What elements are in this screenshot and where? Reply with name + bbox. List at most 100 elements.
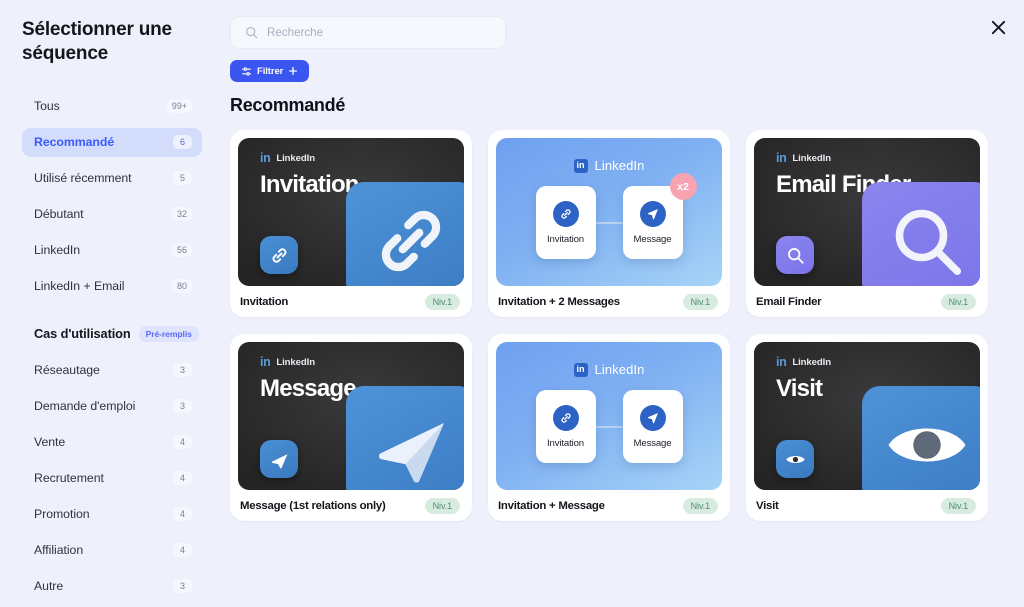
flow-step-message: Message bbox=[622, 390, 683, 463]
sidebar-item-count: 80 bbox=[171, 278, 192, 294]
sequence-card-invitation-message[interactable]: in LinkedIn Invitation Message Invitatio… bbox=[488, 334, 730, 521]
linkedin-in-icon: in bbox=[573, 362, 588, 377]
sidebar-item-vente[interactable]: Vente 4 bbox=[22, 428, 202, 457]
close-button[interactable] bbox=[984, 13, 1012, 41]
sequence-card-invitation[interactable]: in LinkedIn Invitation Invitation Niv.1 bbox=[230, 130, 472, 317]
flow-step-label: Invitation bbox=[547, 233, 584, 245]
sequence-card-visit[interactable]: in LinkedIn Visit Visit Niv.1 bbox=[746, 334, 988, 521]
sidebar-item-label: Recrutement bbox=[34, 471, 104, 485]
flow-step-label: Invitation bbox=[547, 437, 584, 449]
sidebar-item-label: Tous bbox=[34, 99, 60, 113]
search-box[interactable] bbox=[230, 16, 506, 49]
sidebar-item-tous[interactable]: Tous 99+ bbox=[22, 92, 202, 121]
flow-step-invitation: Invitation bbox=[535, 186, 596, 259]
usecase-nav: Réseautage 3 Demande d'emploi 3 Vente 4 … bbox=[22, 356, 202, 601]
linkedin-brand-label: LinkedIn bbox=[594, 158, 645, 173]
flow-step-label: Message bbox=[633, 233, 672, 245]
sidebar-item-label: Affiliation bbox=[34, 543, 84, 557]
sidebar-item-label: Réseautage bbox=[34, 363, 100, 377]
sidebar-item-count: 32 bbox=[171, 206, 192, 222]
sidebar-item-debutant[interactable]: Débutant 32 bbox=[22, 200, 202, 229]
main-panel: Filtrer Recommandé in LinkedIn Invitatio… bbox=[222, 0, 1024, 607]
search-input[interactable] bbox=[267, 26, 491, 39]
level-badge: Niv.1 bbox=[424, 497, 460, 514]
send-icon-small bbox=[260, 440, 298, 478]
link-icon bbox=[552, 404, 579, 431]
level-badge: Niv.1 bbox=[424, 293, 460, 310]
sidebar-item-affiliation[interactable]: Affiliation 4 bbox=[22, 536, 202, 565]
sidebar-item-demande-emploi[interactable]: Demande d'emploi 3 bbox=[22, 392, 202, 421]
sidebar-item-count: 3 bbox=[173, 398, 192, 414]
linkedin-brand: in LinkedIn bbox=[776, 152, 831, 165]
sidebar-item-label: Promotion bbox=[34, 507, 90, 521]
level-badge: Niv.1 bbox=[940, 293, 976, 310]
card-title: Invitation + 2 Messages bbox=[498, 295, 620, 308]
card-footer: Invitation + 2 Messages Niv.1 bbox=[496, 286, 722, 317]
sequence-card-email-finder[interactable]: in LinkedIn Email Finder Email Finder Ni… bbox=[746, 130, 988, 317]
level-badge: Niv.1 bbox=[682, 497, 718, 514]
sidebar-item-recommande[interactable]: Recommandé 6 bbox=[22, 127, 202, 157]
send-icon bbox=[639, 200, 666, 227]
filter-button-label: Filtrer bbox=[257, 65, 284, 77]
sidebar-item-promotion[interactable]: Promotion 4 bbox=[22, 500, 202, 529]
sidebar-item-count: 4 bbox=[173, 434, 192, 450]
close-icon bbox=[991, 20, 1005, 34]
link-icon-small bbox=[260, 236, 298, 274]
linkedin-brand-label: LinkedIn bbox=[594, 362, 645, 377]
sidebar-item-label: LinkedIn + Email bbox=[34, 279, 125, 293]
sequence-flow: Invitation x2 Message bbox=[496, 173, 722, 259]
sidebar-item-count: 4 bbox=[173, 470, 192, 486]
sidebar-item-linkedin[interactable]: LinkedIn 56 bbox=[22, 236, 202, 265]
sequence-picker-modal: Sélectionner une séquence Tous 99+ Recom… bbox=[0, 0, 1024, 607]
linkedin-brand: in LinkedIn bbox=[776, 356, 831, 369]
plus-icon bbox=[288, 66, 298, 76]
flow-step-message: x2 Message bbox=[622, 173, 697, 259]
sidebar-item-recrutement[interactable]: Recrutement 4 bbox=[22, 464, 202, 493]
card-footer: Visit Niv.1 bbox=[754, 490, 980, 521]
sidebar-item-linkedin-email[interactable]: LinkedIn + Email 80 bbox=[22, 272, 202, 301]
linkedin-brand-label: LinkedIn bbox=[792, 356, 831, 368]
sidebar-item-utilise-recemment[interactable]: Utilisé récemment 5 bbox=[22, 164, 202, 193]
sidebar-item-autre[interactable]: Autre 3 bbox=[22, 572, 202, 601]
card-art-title: Invitation bbox=[260, 171, 359, 198]
flow-step-label: Message bbox=[633, 437, 672, 449]
sidebar-item-label: Vente bbox=[34, 435, 66, 449]
linkedin-brand: in LinkedIn bbox=[496, 362, 722, 377]
sequence-card-message[interactable]: in LinkedIn Message Message (1st relatio… bbox=[230, 334, 472, 521]
prefilled-badge: Pré-remplis bbox=[138, 325, 199, 342]
sidebar-item-reseautage[interactable]: Réseautage 3 bbox=[22, 356, 202, 385]
sidebar-item-count: 99+ bbox=[166, 98, 192, 114]
card-artwork: in LinkedIn Invita bbox=[496, 138, 722, 286]
linkedin-in-icon: in bbox=[776, 355, 787, 369]
page-title: Sélectionner une séquence bbox=[22, 19, 172, 64]
send-icon-large bbox=[346, 386, 464, 490]
card-art-title: Message bbox=[260, 375, 357, 402]
usecase-section-header: Cas d'utilisation Pré-remplis bbox=[22, 325, 202, 342]
card-artwork: in LinkedIn Message bbox=[238, 342, 464, 490]
card-artwork: in LinkedIn Invitation bbox=[238, 138, 464, 286]
card-artwork: in LinkedIn Invita bbox=[496, 342, 722, 490]
card-title: Message (1st relations only) bbox=[240, 499, 386, 512]
sidebar-item-count: 56 bbox=[171, 242, 192, 258]
flow-step-invitation: Invitation bbox=[535, 390, 596, 463]
flow-connector bbox=[595, 221, 623, 224]
card-footer: Email Finder Niv.1 bbox=[754, 286, 980, 317]
card-footer: Invitation + Message Niv.1 bbox=[496, 490, 722, 521]
eye-icon-small bbox=[776, 440, 814, 478]
filter-button[interactable]: Filtrer bbox=[230, 60, 310, 82]
repeat-badge: x2 bbox=[669, 173, 697, 200]
sidebar-item-count: 5 bbox=[173, 170, 192, 186]
card-artwork: in LinkedIn Email Finder bbox=[754, 138, 980, 286]
sequence-card-invitation-2-messages[interactable]: in LinkedIn Invitation x2 Message Invita… bbox=[488, 130, 730, 317]
sidebar-item-count: 6 bbox=[173, 134, 192, 150]
sidebar-item-label: Utilisé récemment bbox=[34, 171, 132, 185]
card-footer: Invitation Niv.1 bbox=[238, 286, 464, 317]
sidebar-item-label: Débutant bbox=[34, 207, 84, 221]
search-icon bbox=[245, 26, 258, 39]
card-footer: Message (1st relations only) Niv.1 bbox=[238, 490, 464, 521]
magnifier-icon-small bbox=[776, 236, 814, 274]
level-badge: Niv.1 bbox=[940, 497, 976, 514]
card-artwork: in LinkedIn Visit bbox=[754, 342, 980, 490]
linkedin-brand-label: LinkedIn bbox=[276, 356, 315, 368]
linkedin-in-icon: in bbox=[260, 355, 271, 369]
